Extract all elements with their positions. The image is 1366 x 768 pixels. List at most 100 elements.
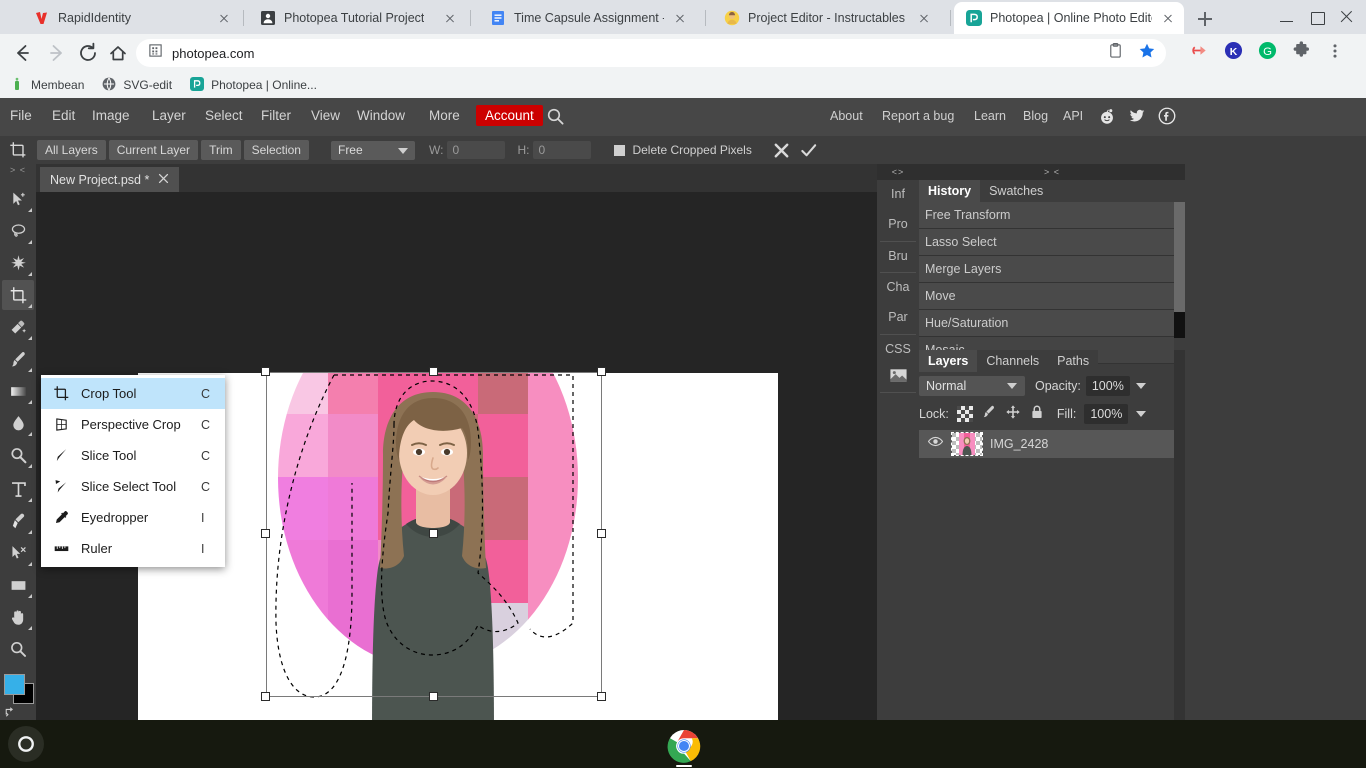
link-api[interactable]: API — [1063, 109, 1083, 123]
all-layers-button[interactable]: All Layers — [37, 140, 106, 160]
puzzle-icon[interactable] — [1292, 41, 1311, 65]
browser-tab[interactable]: Photopea Tutorial Project — [248, 2, 466, 34]
tool-pen[interactable] — [2, 506, 34, 536]
bookmark-item[interactable]: Photopea | Online... — [190, 76, 317, 94]
side-tab-properties[interactable]: Pro — [877, 210, 919, 238]
tab-close-icon[interactable] — [916, 10, 932, 26]
bookmark-item[interactable]: SVG-edit — [102, 77, 172, 94]
facebook-icon[interactable] — [1158, 107, 1176, 130]
tab-close-icon[interactable] — [672, 10, 688, 26]
bookmark-item[interactable]: Membean — [10, 77, 84, 94]
tool-type[interactable] — [2, 474, 34, 504]
foreground-color-swatch[interactable] — [4, 674, 25, 695]
menu-layer[interactable]: Layer — [152, 108, 186, 123]
address-bar[interactable]: photopea.com — [136, 39, 1166, 67]
tab-swatches[interactable]: Swatches — [980, 180, 1053, 202]
side-tab-character[interactable]: Cha — [877, 273, 919, 301]
chrome-icon[interactable] — [666, 728, 702, 764]
account-button[interactable]: Account — [476, 105, 543, 126]
history-item[interactable]: Free Transform — [919, 202, 1174, 229]
menu-item-perspective-crop[interactable]: Perspective Crop C — [41, 409, 225, 440]
history-item[interactable]: Lasso Select — [919, 229, 1174, 256]
layer-name[interactable]: IMG_2428 — [990, 437, 1048, 451]
forward-button[interactable] — [42, 39, 70, 67]
search-icon[interactable] — [546, 107, 565, 131]
swap-colors-icon[interactable] — [4, 705, 17, 717]
tool-zoom[interactable] — [2, 634, 34, 664]
layers-panel-scrollbar[interactable] — [1174, 350, 1185, 768]
new-tab-button[interactable] — [1192, 6, 1218, 32]
tool-patch[interactable] — [2, 312, 34, 342]
tab-channels[interactable]: Channels — [977, 350, 1049, 372]
window-restore-button[interactable] — [1302, 4, 1332, 30]
transform-handle-mc[interactable] — [429, 529, 438, 538]
menu-item-ruler[interactable]: Ruler I — [41, 533, 225, 564]
menu-image[interactable]: Image — [92, 108, 130, 123]
paint-lock-icon[interactable] — [981, 404, 997, 425]
reload-button[interactable] — [74, 39, 102, 67]
tab-history[interactable]: History — [919, 180, 981, 202]
tab-close-icon[interactable] — [442, 10, 458, 26]
trim-button[interactable]: Trim — [201, 140, 241, 160]
tab-layers[interactable]: Layers — [919, 350, 978, 372]
menu-item-slice-tool[interactable]: Slice Tool C — [41, 440, 225, 471]
eye-icon[interactable] — [927, 433, 944, 455]
color-swatches[interactable] — [4, 674, 34, 704]
layer-thumbnail[interactable] — [951, 432, 983, 456]
home-button[interactable] — [104, 39, 132, 67]
transform-handle-bc[interactable] — [429, 692, 438, 701]
window-minimize-button[interactable] — [1272, 4, 1302, 30]
confirm-check-icon[interactable] — [799, 141, 818, 160]
extension-g-icon[interactable]: G — [1258, 41, 1277, 65]
browser-tab[interactable]: RapidIdentity — [22, 2, 240, 34]
tab-close-icon[interactable] — [1160, 10, 1176, 26]
side-tab-info[interactable]: Inf — [877, 180, 919, 208]
window-close-button[interactable] — [1332, 4, 1362, 30]
side-tab-brushes[interactable]: Bru — [877, 242, 919, 270]
tool-dodge[interactable] — [2, 440, 34, 470]
menu-edit[interactable]: Edit — [52, 108, 75, 123]
tool-magic-wand[interactable] — [2, 248, 34, 278]
menu-item-crop-tool[interactable]: Crop Tool C — [41, 378, 225, 409]
side-tab-css[interactable]: CSS — [877, 335, 919, 363]
history-item[interactable]: Move — [919, 283, 1174, 310]
tab-paths[interactable]: Paths — [1048, 350, 1099, 372]
extension-red-icon[interactable] — [1190, 41, 1209, 65]
transform-handle-mr[interactable] — [597, 529, 606, 538]
tool-gradient[interactable] — [2, 376, 34, 406]
menu-view[interactable]: View — [311, 108, 340, 123]
transform-handle-tc[interactable] — [429, 367, 438, 376]
history-scrollbar-track[interactable] — [1174, 202, 1185, 338]
menu-file[interactable]: File — [10, 108, 32, 123]
back-button[interactable] — [8, 39, 36, 67]
history-list[interactable]: Free Transform Lasso Select Merge Layers… — [919, 202, 1174, 364]
blend-mode-select[interactable]: Normal — [919, 376, 1025, 396]
history-item[interactable]: Hue/Saturation — [919, 310, 1174, 337]
tool-move[interactable] — [2, 184, 34, 214]
menu-dots-icon[interactable] — [1326, 42, 1344, 65]
tool-lasso[interactable] — [2, 216, 34, 246]
side-panel-grip[interactable]: <> — [877, 164, 919, 180]
current-layer-button[interactable]: Current Layer — [108, 140, 199, 160]
cancel-x-icon[interactable] — [772, 141, 791, 160]
link-report-a-bug[interactable]: Report a bug — [882, 109, 954, 123]
extension-k-icon[interactable]: K — [1224, 41, 1243, 65]
opacity-value[interactable]: 100% — [1085, 376, 1130, 396]
side-tab-paragraph[interactable]: Par — [877, 303, 919, 331]
tab-close-icon[interactable] — [216, 10, 232, 26]
close-icon[interactable] — [158, 173, 169, 187]
menu-more[interactable]: More — [429, 108, 460, 123]
tool-shape[interactable] — [2, 570, 34, 600]
menu-select[interactable]: Select — [205, 108, 243, 123]
menu-item-slice-select-tool[interactable]: Slice Select Tool C — [41, 471, 225, 502]
history-scrollbar-thumb[interactable] — [1174, 202, 1185, 312]
reddit-icon[interactable] — [1098, 107, 1116, 130]
tool-brush[interactable] — [2, 344, 34, 374]
delete-cropped-pixels-checkbox[interactable] — [614, 144, 626, 156]
menu-filter[interactable]: Filter — [261, 108, 291, 123]
launcher-icon[interactable] — [8, 726, 44, 762]
link-about[interactable]: About — [830, 109, 863, 123]
tool-hand[interactable] — [2, 602, 34, 632]
fill-value[interactable]: 100% — [1084, 404, 1129, 424]
transform-handle-tl[interactable] — [261, 367, 270, 376]
